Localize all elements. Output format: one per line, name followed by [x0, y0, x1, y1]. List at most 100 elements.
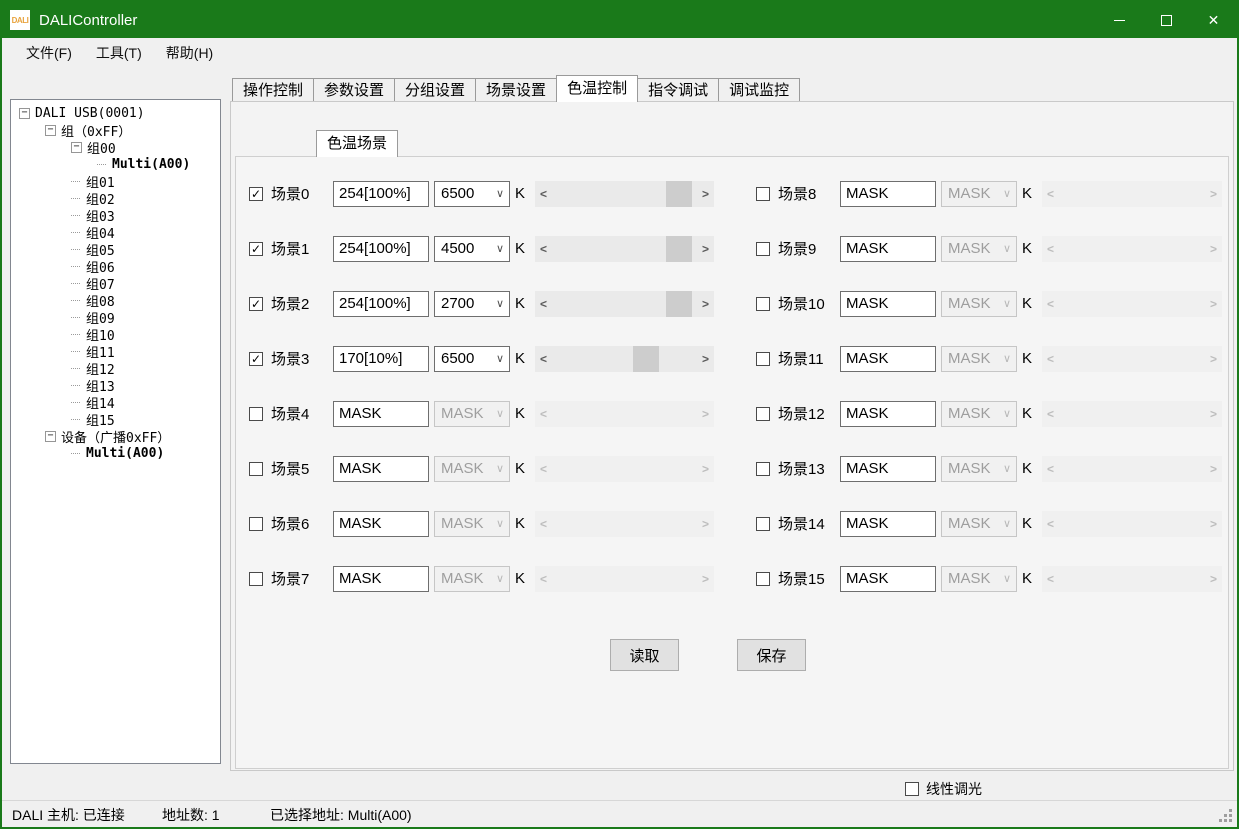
- slider-thumb[interactable]: [666, 236, 692, 262]
- scene-13-label[interactable]: 场景13: [778, 458, 840, 479]
- scene-4-label[interactable]: 场景4: [271, 403, 333, 424]
- scene-15-checkbox[interactable]: [756, 572, 770, 586]
- tree-item-7[interactable]: 组04: [11, 224, 220, 241]
- scene-1-temp-select[interactable]: 4500∨: [434, 236, 510, 262]
- scene-2-slider[interactable]: <>: [535, 291, 714, 317]
- scene-6-label[interactable]: 场景6: [271, 513, 333, 534]
- scene-12-label[interactable]: 场景12: [778, 403, 840, 424]
- scene-14-value-input[interactable]: [840, 511, 936, 537]
- main-tab-0[interactable]: 操作控制: [232, 78, 314, 102]
- tree-collapse-icon[interactable]: −: [71, 142, 82, 153]
- menu-item-0[interactable]: 文件(F): [14, 43, 84, 63]
- scene-5-label[interactable]: 场景5: [271, 458, 333, 479]
- slider-track[interactable]: [552, 236, 697, 262]
- tree-item-18[interactable]: 组15: [11, 411, 220, 428]
- scene-12-checkbox[interactable]: [756, 407, 770, 421]
- tree-item-12[interactable]: 组09: [11, 309, 220, 326]
- tree-collapse-icon[interactable]: −: [45, 125, 56, 136]
- scene-3-checkbox[interactable]: ✓: [249, 352, 263, 366]
- scene-7-value-input[interactable]: [333, 566, 429, 592]
- scene-8-checkbox[interactable]: [756, 187, 770, 201]
- scene-6-checkbox[interactable]: [249, 517, 263, 531]
- scene-8-value-input[interactable]: [840, 181, 936, 207]
- main-tab-5[interactable]: 指令调试: [638, 78, 719, 102]
- tree-item-4[interactable]: 组01: [11, 173, 220, 190]
- scene-3-slider[interactable]: <>: [535, 346, 714, 372]
- scene-10-value-input[interactable]: [840, 291, 936, 317]
- menu-item-1[interactable]: 工具(T): [84, 43, 154, 63]
- scroll-right-arrow-icon[interactable]: >: [697, 346, 714, 372]
- scene-0-slider[interactable]: <>: [535, 181, 714, 207]
- scene-2-temp-select[interactable]: 2700∨: [434, 291, 510, 317]
- tree-item-1[interactable]: −组（0xFF）: [11, 122, 220, 139]
- tree-item-15[interactable]: 组12: [11, 360, 220, 377]
- tree-item-16[interactable]: 组13: [11, 377, 220, 394]
- tree-item-2[interactable]: −组00: [11, 139, 220, 156]
- scene-9-label[interactable]: 场景9: [778, 238, 840, 259]
- menu-item-2[interactable]: 帮助(H): [154, 43, 225, 63]
- scene-12-value-input[interactable]: [840, 401, 936, 427]
- scene-3-temp-select[interactable]: 6500∨: [434, 346, 510, 372]
- tree-collapse-icon[interactable]: −: [19, 108, 30, 119]
- scene-8-label[interactable]: 场景8: [778, 183, 840, 204]
- main-tab-2[interactable]: 分组设置: [395, 78, 476, 102]
- main-tab-4[interactable]: 色温控制: [556, 75, 638, 102]
- slider-thumb[interactable]: [633, 346, 659, 372]
- scene-2-value-input[interactable]: [333, 291, 429, 317]
- tree-item-10[interactable]: 组07: [11, 275, 220, 292]
- main-tab-6[interactable]: 调试监控: [719, 78, 800, 102]
- scene-13-checkbox[interactable]: [756, 462, 770, 476]
- scene-4-checkbox[interactable]: [249, 407, 263, 421]
- scroll-left-arrow-icon[interactable]: <: [535, 181, 552, 207]
- main-tab-1[interactable]: 参数设置: [314, 78, 395, 102]
- tree-collapse-icon[interactable]: −: [45, 431, 56, 442]
- scene-0-checkbox[interactable]: ✓: [249, 187, 263, 201]
- slider-thumb[interactable]: [666, 181, 692, 207]
- sub-tab-1[interactable]: 色温场景: [316, 130, 398, 157]
- scene-5-checkbox[interactable]: [249, 462, 263, 476]
- slider-track[interactable]: [552, 181, 697, 207]
- scroll-right-arrow-icon[interactable]: >: [697, 291, 714, 317]
- tree-item-13[interactable]: 组10: [11, 326, 220, 343]
- scene-11-value-input[interactable]: [840, 346, 936, 372]
- minimize-button[interactable]: [1096, 2, 1143, 38]
- scene-15-label[interactable]: 场景15: [778, 568, 840, 589]
- scene-0-temp-select[interactable]: 6500∨: [434, 181, 510, 207]
- scene-4-value-input[interactable]: [333, 401, 429, 427]
- scene-15-value-input[interactable]: [840, 566, 936, 592]
- scene-2-checkbox[interactable]: ✓: [249, 297, 263, 311]
- scene-14-label[interactable]: 场景14: [778, 513, 840, 534]
- scene-2-label[interactable]: 场景2: [271, 293, 333, 314]
- scroll-right-arrow-icon[interactable]: >: [697, 236, 714, 262]
- scene-10-checkbox[interactable]: [756, 297, 770, 311]
- scene-6-value-input[interactable]: [333, 511, 429, 537]
- scene-1-slider[interactable]: <>: [535, 236, 714, 262]
- scene-9-checkbox[interactable]: [756, 242, 770, 256]
- main-tab-3[interactable]: 场景设置: [476, 78, 557, 102]
- tree-item-20[interactable]: Multi(A00): [11, 445, 220, 462]
- scroll-right-arrow-icon[interactable]: >: [697, 181, 714, 207]
- tree-item-5[interactable]: 组02: [11, 190, 220, 207]
- scene-7-label[interactable]: 场景7: [271, 568, 333, 589]
- tree-item-17[interactable]: 组14: [11, 394, 220, 411]
- tree-item-14[interactable]: 组11: [11, 343, 220, 360]
- scene-1-label[interactable]: 场景1: [271, 238, 333, 259]
- scene-0-value-input[interactable]: [333, 181, 429, 207]
- scroll-left-arrow-icon[interactable]: <: [535, 236, 552, 262]
- scene-11-checkbox[interactable]: [756, 352, 770, 366]
- scene-5-value-input[interactable]: [333, 456, 429, 482]
- tree-item-19[interactable]: −设备（广播0xFF）: [11, 428, 220, 445]
- scene-14-checkbox[interactable]: [756, 517, 770, 531]
- save-button[interactable]: 保存: [737, 639, 806, 671]
- linear-dimming-label[interactable]: 线性调光: [926, 779, 982, 799]
- slider-thumb[interactable]: [666, 291, 692, 317]
- tree-item-9[interactable]: 组06: [11, 258, 220, 275]
- tree-item-11[interactable]: 组08: [11, 292, 220, 309]
- linear-dimming-checkbox[interactable]: [905, 782, 919, 796]
- slider-track[interactable]: [552, 291, 697, 317]
- tree-item-8[interactable]: 组05: [11, 241, 220, 258]
- maximize-button[interactable]: [1143, 2, 1190, 38]
- close-button[interactable]: ✕: [1190, 2, 1237, 38]
- read-button[interactable]: 读取: [610, 639, 679, 671]
- scene-7-checkbox[interactable]: [249, 572, 263, 586]
